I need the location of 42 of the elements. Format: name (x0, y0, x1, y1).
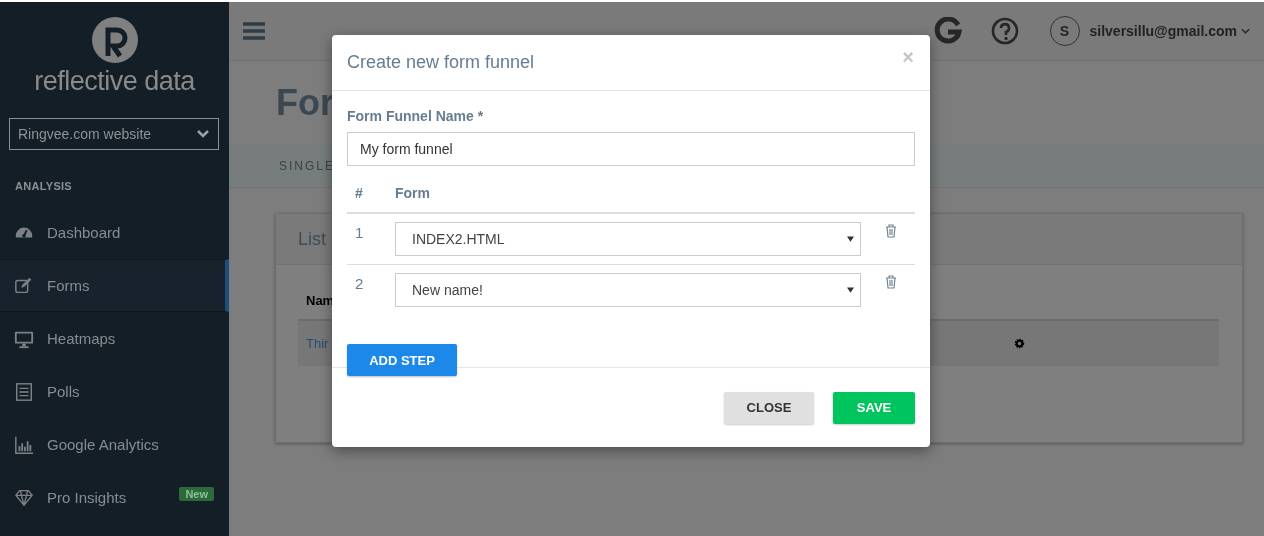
form-dropdown[interactable]: INDEX2.HTML (395, 222, 861, 256)
tab[interactable]: SINGLE (279, 158, 335, 173)
add-step-button[interactable]: ADD STEP (347, 344, 457, 376)
delete-button[interactable] (885, 224, 897, 238)
dialog-title: Create new form funnel (347, 52, 535, 73)
diamond-icon (14, 487, 34, 508)
help-icon (990, 17, 1019, 45)
chevron-down-icon (196, 129, 210, 139)
close-button[interactable]: CLOSE (724, 391, 814, 424)
caret-down-icon (1241, 28, 1250, 34)
delete-button[interactable] (885, 275, 897, 289)
brand-name: reflective data (34, 66, 195, 96)
column-header: Form (395, 185, 430, 201)
site-select[interactable]: Ringvee.com website (9, 118, 219, 150)
sidebar-item[interactable]: Heatmaps (0, 312, 229, 365)
step-number: 2 (354, 274, 365, 292)
caret-down-icon (847, 236, 854, 242)
sidebar-item[interactable]: Dashboard (0, 206, 229, 259)
sidebar-item[interactable]: Pro Insights New (0, 471, 229, 524)
step-number: 1 (354, 223, 365, 241)
trash-icon (885, 224, 897, 238)
new-badge: New (179, 486, 214, 501)
caret-down-icon (847, 287, 854, 293)
bar-chart-icon (14, 434, 34, 455)
sidebar-item[interactable]: Polls (0, 365, 229, 418)
sidebar-item[interactable]: Forms (0, 259, 229, 312)
gear-icon (1014, 338, 1025, 349)
sidebar-item[interactable]: Google Analytics (0, 418, 229, 471)
name-field[interactable]: My form funnel (347, 132, 915, 166)
field-label: Form Funnel Name * (347, 108, 485, 124)
section-heading: ANALYSIS (15, 180, 73, 192)
user-menu[interactable]: silversillu@gmail.com (1089, 23, 1250, 39)
logo-icon (90, 16, 139, 64)
card-title: List (298, 228, 326, 250)
page-title: For (276, 81, 334, 124)
menu-icon (243, 22, 265, 40)
edit-icon (14, 275, 34, 296)
form-dropdown[interactable]: New name! (395, 273, 861, 307)
column-header: # (354, 185, 364, 201)
trash-icon (885, 275, 897, 289)
google-g-icon (933, 17, 962, 45)
list-icon (14, 381, 34, 402)
